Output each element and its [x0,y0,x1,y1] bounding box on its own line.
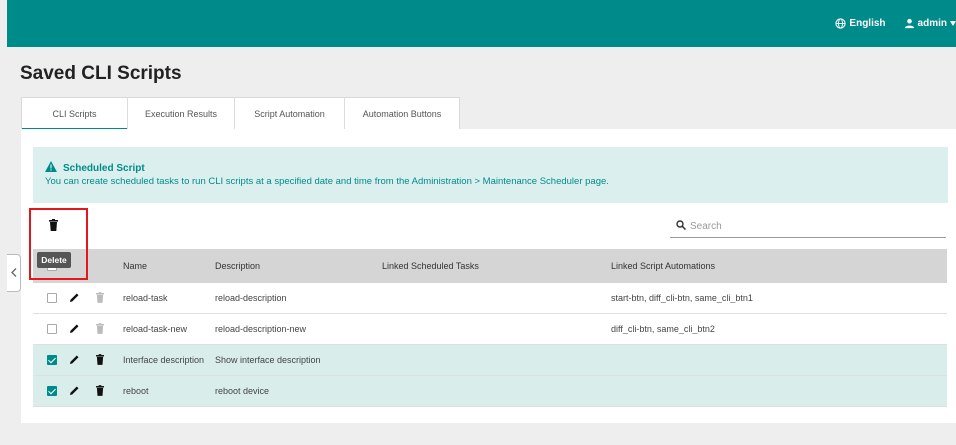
tab-bar: CLI Scripts Execution Results Script Aut… [21,97,460,130]
user-menu[interactable]: admin [904,18,956,29]
search-input[interactable] [690,220,930,232]
cell-linked-automations: start-btn, diff_cli-btn, same_cli_btn1 [611,293,753,303]
column-header-name[interactable]: Name [123,261,215,271]
sidebar-toggle[interactable] [7,254,21,292]
cell-description: Show interface description [215,355,321,365]
table-row[interactable]: reload-task-new reload-description-new d… [33,314,947,345]
tab-execution-results[interactable]: Execution Results [128,98,235,129]
row-actions [33,283,123,313]
row-actions [33,314,123,344]
search-box[interactable] [670,215,946,238]
top-bar: English admin [7,0,956,47]
row-actions [33,376,123,406]
table-row[interactable]: reload-task reload-description start-btn… [33,283,947,314]
delete-icon[interactable] [96,385,104,398]
table-row[interactable]: Interface description Show interface des… [33,345,947,376]
edit-icon[interactable] [69,354,80,367]
table-header: Name Description Linked Scheduled Tasks … [33,249,947,283]
language-selector[interactable]: English [835,18,886,29]
column-header-description[interactable]: Description [215,261,382,271]
info-banner-text: You can create scheduled tasks to run CL… [45,176,609,187]
cell-name: Interface description [123,355,205,365]
caret-down-icon [950,21,956,26]
info-banner-title: Scheduled Script [63,162,145,174]
row-checkbox[interactable] [47,293,57,303]
delete-selected-icon[interactable] [49,218,58,236]
cell-linked-automations: diff_cli-btn, same_cli_btn2 [611,324,715,334]
user-name: admin [917,18,947,29]
row-actions [33,345,123,375]
edit-icon[interactable] [69,292,80,305]
top-bar-right: English admin [835,0,956,47]
info-banner: Scheduled Script You can create schedule… [33,147,948,203]
language-label: English [849,18,886,29]
cell-description: reload-description-new [215,324,307,334]
user-icon [904,18,915,29]
row-checkbox[interactable] [47,355,57,365]
delete-icon[interactable] [96,292,104,305]
edit-icon[interactable] [69,323,80,336]
edit-icon[interactable] [69,385,80,398]
cell-name: reload-task-new [123,324,188,334]
row-checkbox[interactable] [47,386,57,396]
warning-icon [45,161,57,175]
column-header-linked-tasks[interactable]: Linked Scheduled Tasks [382,261,611,271]
tab-cli-scripts[interactable]: CLI Scripts [22,98,128,130]
cell-description: reboot device [215,386,270,396]
delete-icon[interactable] [96,323,104,336]
page-title: Saved CLI Scripts [20,63,182,84]
cell-name: reboot [123,386,149,396]
search-icon [676,217,687,235]
cell-name: reload-task [123,293,168,303]
chevron-left-icon [10,264,17,282]
table-row[interactable]: reboot reboot device [33,376,947,407]
column-header-linked-automations[interactable]: Linked Script Automations [611,261,941,271]
tab-script-automation[interactable]: Script Automation [235,98,345,129]
row-checkbox[interactable] [47,324,57,334]
delete-tooltip: Delete [37,252,71,268]
delete-icon[interactable] [96,354,104,367]
info-banner-header: Scheduled Script [45,161,145,175]
tab-automation-buttons[interactable]: Automation Buttons [345,98,459,129]
globe-icon [835,18,847,29]
cell-description: reload-description [215,293,287,303]
scripts-table: Name Description Linked Scheduled Tasks … [33,249,947,407]
